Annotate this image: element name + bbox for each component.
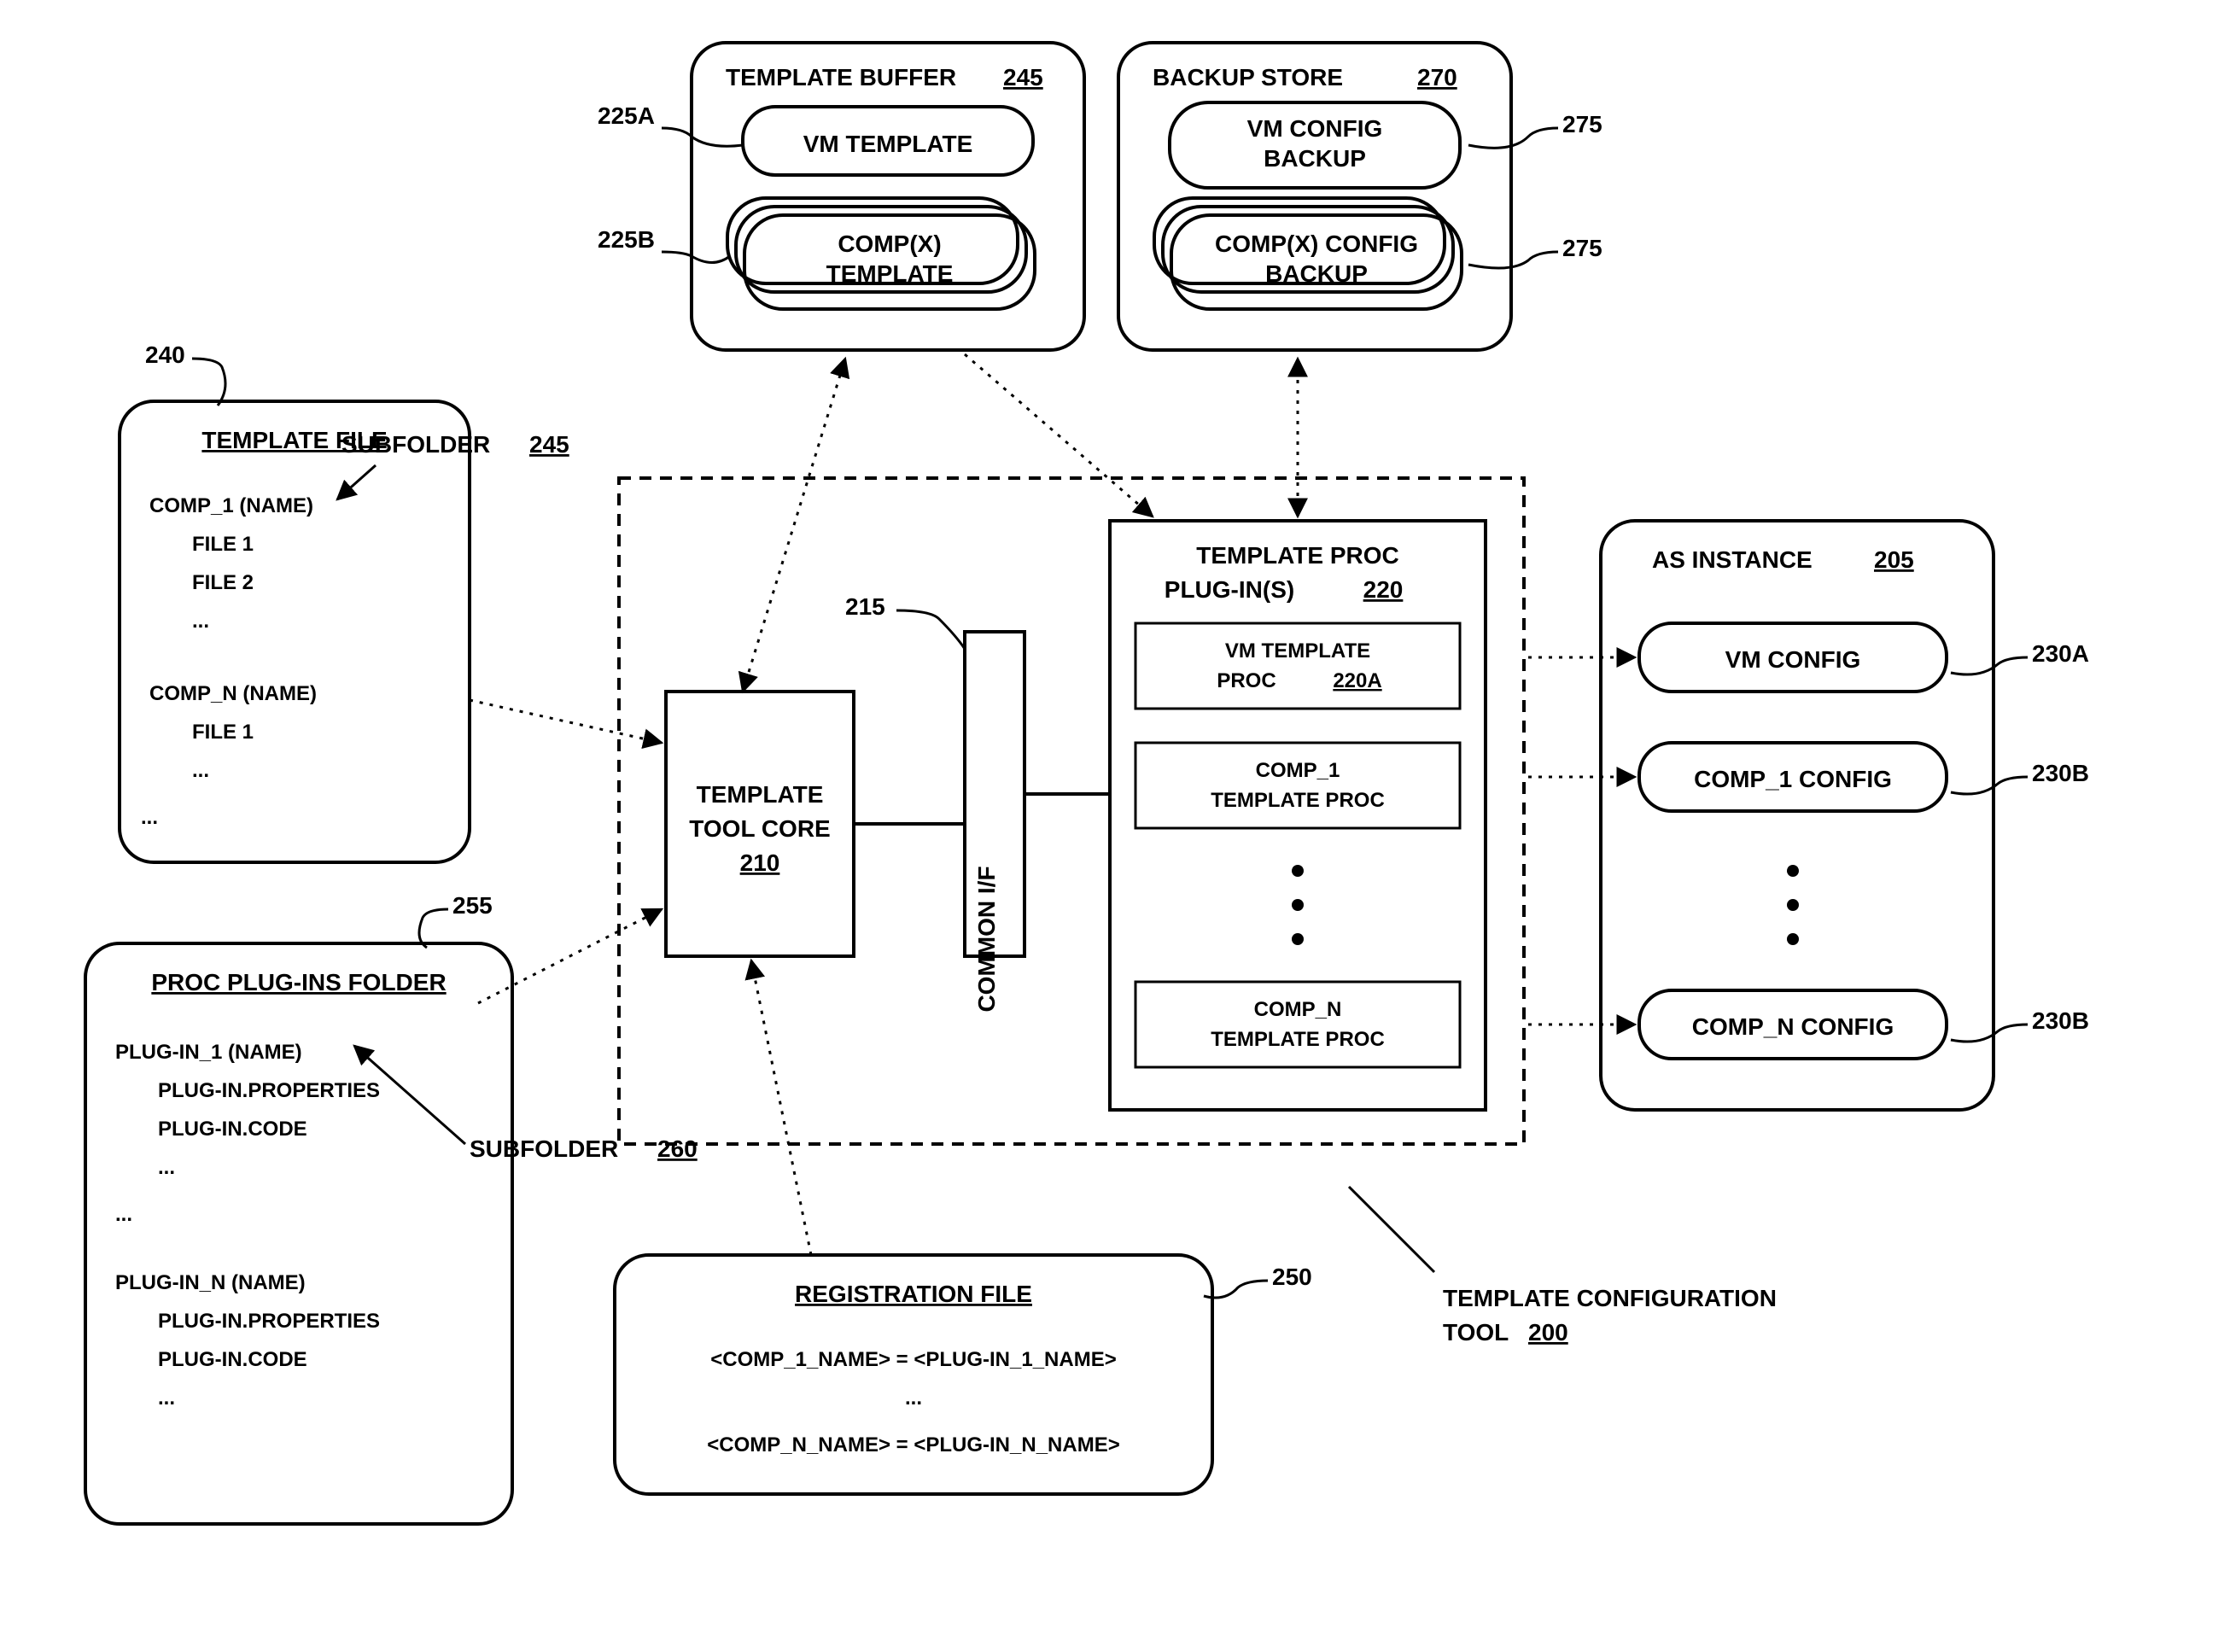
compx-template-l1: COMP(X) (838, 231, 941, 257)
svg-text:PROC PLUG-INS FOLDER: PROC PLUG-INS FOLDER (151, 969, 446, 995)
svg-text:FILE 1: FILE 1 (192, 533, 254, 556)
compx-backup-l1: COMP(X) CONFIG (1215, 231, 1418, 257)
svg-text:COMP_N CONFIG: COMP_N CONFIG (1692, 1013, 1894, 1040)
svg-text:VM TEMPLATE: VM TEMPLATE (1225, 639, 1370, 663)
svg-text:AS INSTANCE: AS INSTANCE (1652, 546, 1813, 573)
ref-215: 215 (845, 593, 885, 620)
backup-store-title: BACKUP STORE (1153, 64, 1343, 90)
svg-text:COMP_1 (NAME): COMP_1 (NAME) (149, 494, 313, 517)
svg-text:FILE 1: FILE 1 (192, 721, 254, 744)
svg-text:COMP_N (NAME): COMP_N (NAME) (149, 682, 317, 705)
svg-text:PLUG-IN_N (NAME): PLUG-IN_N (NAME) (115, 1271, 306, 1294)
template-buffer-box: TEMPLATE BUFFER 245 VM TEMPLATE COMP(X) … (692, 43, 1084, 350)
svg-text:TEMPLATE PROC: TEMPLATE PROC (1211, 1028, 1385, 1051)
ref-230A: 230A (2032, 640, 2089, 667)
compx-backup-l2: BACKUP (1265, 260, 1368, 287)
common-if: COMMON I/F (965, 632, 1025, 1013)
svg-text:VM CONFIG: VM CONFIG (1725, 646, 1861, 673)
ref-250: 250 (1272, 1264, 1312, 1290)
template-proc-plugins: TEMPLATE PROC PLUG-IN(S) 220 VM TEMPLATE… (1110, 521, 1486, 1110)
svg-text:SUBFOLDER: SUBFOLDER (470, 1135, 618, 1162)
svg-text:...: ... (192, 610, 209, 633)
svg-text:PLUG-IN_1 (NAME): PLUG-IN_1 (NAME) (115, 1041, 302, 1064)
ref-225A: 225A (598, 102, 655, 129)
svg-text:PROC: PROC (1217, 669, 1276, 692)
svg-text:COMP_N: COMP_N (1254, 998, 1342, 1021)
ref-275-bot: 275 (1562, 235, 1602, 261)
svg-text:<COMP_1_NAME> = <PLUG-IN_1_NAM: <COMP_1_NAME> = <PLUG-IN_1_NAME> (710, 1348, 1117, 1371)
svg-text:PLUG-IN(S): PLUG-IN(S) (1165, 576, 1294, 603)
ref-230B-top: 230B (2032, 760, 2089, 786)
vm-template: VM TEMPLATE (803, 131, 973, 157)
ref-275-top: 275 (1562, 111, 1602, 137)
svg-text:...: ... (192, 759, 209, 782)
vm-config-backup-l2: BACKUP (1264, 145, 1366, 172)
ref-230B-bot: 230B (2032, 1007, 2089, 1034)
svg-text:TEMPLATE PROC: TEMPLATE PROC (1196, 542, 1398, 569)
ref-255: 255 (452, 892, 493, 919)
svg-text:COMMON I/F: COMMON I/F (973, 866, 1000, 1012)
svg-text:<COMP_N_NAME> = <PLUG-IN_N_NAM: <COMP_N_NAME> = <PLUG-IN_N_NAME> (707, 1433, 1119, 1456)
svg-text:...: ... (141, 806, 158, 829)
ref-240: 240 (145, 341, 185, 368)
svg-text:REGISTRATION FILE: REGISTRATION FILE (795, 1281, 1032, 1307)
registration-file-box: REGISTRATION FILE <COMP_1_NAME> = <PLUG-… (615, 1255, 1212, 1494)
svg-text:...: ... (158, 1386, 175, 1410)
svg-text:FILE 2: FILE 2 (192, 571, 254, 594)
architecture-diagram: TEMPLATE BUFFER 245 VM TEMPLATE COMP(X) … (0, 0, 2230, 1652)
svg-text:PLUG-IN.CODE: PLUG-IN.CODE (158, 1118, 307, 1141)
ref-270: 270 (1417, 64, 1457, 90)
template-buffer-title: TEMPLATE BUFFER (726, 64, 956, 90)
ref-210: 210 (740, 849, 780, 876)
ref-220A: 220A (1333, 669, 1381, 692)
template-tool-core: TEMPLATE TOOL CORE 210 (666, 692, 854, 956)
svg-text:...: ... (158, 1156, 175, 1179)
ref-205: 205 (1874, 546, 1914, 573)
svg-text:COMP_1 CONFIG: COMP_1 CONFIG (1694, 766, 1892, 792)
ref-225B: 225B (598, 226, 655, 253)
svg-text:PLUG-IN.CODE: PLUG-IN.CODE (158, 1348, 307, 1371)
backup-store-box: BACKUP STORE 270 VM CONFIG BACKUP COMP(X… (1118, 43, 1511, 350)
svg-text:TEMPLATE: TEMPLATE (697, 781, 824, 808)
svg-text:PLUG-IN.PROPERTIES: PLUG-IN.PROPERTIES (158, 1310, 380, 1333)
svg-text:...: ... (905, 1386, 922, 1410)
svg-text:TEMPLATE CONFIGURATION: TEMPLATE CONFIGURATION (1443, 1285, 1777, 1311)
vm-config-backup-l1: VM CONFIG (1247, 115, 1383, 142)
ref-245-top: 245 (1003, 64, 1043, 90)
ref-220: 220 (1363, 576, 1404, 603)
proc-plugins-folder-box: PROC PLUG-INS FOLDER PLUG-IN_1 (NAME) PL… (85, 943, 512, 1524)
svg-text:TOOL CORE: TOOL CORE (689, 815, 830, 842)
svg-text:PLUG-IN.PROPERTIES: PLUG-IN.PROPERTIES (158, 1079, 380, 1102)
svg-text:TEMPLATE PROC: TEMPLATE PROC (1211, 789, 1385, 812)
compx-template-l2: TEMPLATE (826, 260, 954, 287)
svg-text:COMP_1: COMP_1 (1256, 759, 1340, 782)
svg-text:TOOL: TOOL (1443, 1319, 1509, 1346)
ref-260: 260 (657, 1135, 698, 1162)
svg-text:SUBFOLDER: SUBFOLDER (342, 431, 490, 458)
ref-245-sub: 245 (529, 431, 569, 458)
ref-200: 200 (1528, 1319, 1568, 1346)
as-instance-box: AS INSTANCE 205 VM CONFIG COMP_1 CONFIG … (1601, 521, 1994, 1110)
template-file-box: TEMPLATE FILE COMP_1 (NAME) FILE 1 FILE … (120, 401, 470, 862)
svg-text:...: ... (115, 1203, 132, 1226)
